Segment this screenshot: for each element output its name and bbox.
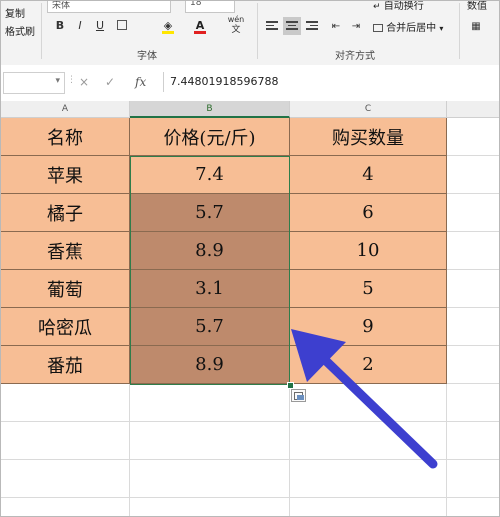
empty-cell[interactable]	[1, 498, 130, 516]
table-cell[interactable]: 香蕉	[1, 232, 130, 270]
table-cell[interactable]: 2	[290, 346, 447, 384]
ribbon-separator	[459, 3, 460, 59]
underline-button[interactable]: U	[91, 17, 109, 35]
format-painter-button[interactable]: 格式刷	[5, 23, 35, 38]
column-header-d[interactable]	[447, 101, 499, 118]
table-cell[interactable]: 10	[290, 232, 447, 270]
font-color-button[interactable]: A	[191, 17, 209, 35]
number-format-label[interactable]: 数值	[467, 1, 487, 12]
align-center-button[interactable]	[283, 17, 301, 35]
insert-function-icon[interactable]: fx	[135, 72, 146, 92]
empty-cell[interactable]	[1, 384, 130, 422]
chevron-down-icon: ▾	[55, 76, 60, 86]
wrap-text-icon: ↵	[373, 2, 381, 12]
empty-cell[interactable]	[447, 270, 499, 308]
column-header-b[interactable]: B	[130, 101, 290, 118]
column-header-a[interactable]: A	[1, 101, 130, 118]
table-cell[interactable]: 6	[290, 194, 447, 232]
table-cell[interactable]: 8.9	[130, 346, 290, 384]
number-format-button[interactable]: ▦	[467, 17, 485, 35]
decrease-indent-button[interactable]: ⇤	[327, 17, 345, 35]
options-dots-icon[interactable]: ⋮	[67, 75, 76, 85]
empty-cell[interactable]	[130, 384, 290, 422]
header-cell[interactable]: 购买数量	[290, 118, 447, 156]
align-right-icon	[306, 21, 318, 31]
empty-cell[interactable]	[447, 346, 499, 384]
enter-icon[interactable]: ✓	[105, 72, 115, 92]
empty-cell[interactable]	[447, 194, 499, 232]
table-cell[interactable]: 葡萄	[1, 270, 130, 308]
empty-cell[interactable]	[290, 498, 447, 516]
table-cell[interactable]: 7.4	[130, 156, 290, 194]
table-cell[interactable]: 番茄	[1, 346, 130, 384]
font-name-combo[interactable]: 宋体	[47, 1, 171, 13]
increase-indent-icon: ⇥	[351, 21, 361, 32]
ribbon-separator	[257, 3, 258, 59]
empty-cell[interactable]	[447, 460, 499, 498]
empty-cell[interactable]	[447, 498, 499, 516]
header-cell[interactable]: 名称	[1, 118, 130, 156]
italic-button[interactable]: I	[71, 17, 89, 35]
empty-cell[interactable]	[130, 460, 290, 498]
align-left-icon	[266, 21, 278, 31]
phonetic-guide-button[interactable]: wén 文	[227, 15, 245, 35]
formula-bar: ▾ ⋮ × ✓ fx 7.44801918596788	[1, 65, 499, 102]
merge-center-button[interactable]: 合并后居中 ▾	[373, 19, 443, 34]
empty-cell[interactable]	[290, 460, 447, 498]
alignment-group-label: 对齐方式	[335, 51, 375, 62]
font-group-label: 字体	[137, 51, 157, 62]
table-cell[interactable]: 5	[290, 270, 447, 308]
align-center-icon	[286, 21, 298, 31]
bold-button[interactable]: B	[51, 17, 69, 35]
table-cell[interactable]: 5.7	[130, 308, 290, 346]
decrease-indent-icon: ⇤	[331, 21, 341, 32]
font-size-combo[interactable]: 18	[185, 1, 235, 13]
empty-cell[interactable]	[447, 384, 499, 422]
copy-button[interactable]: 复制	[5, 5, 25, 20]
fill-color-bar	[162, 31, 174, 34]
table-cell[interactable]: 9	[290, 308, 447, 346]
table-cell[interactable]: 苹果	[1, 156, 130, 194]
fill-handle[interactable]	[287, 382, 294, 389]
empty-cell[interactable]	[1, 460, 130, 498]
spreadsheet-window: 复制 格式刷 宋体 18 B I U ◈ A wén 文 字体 ⇤ ⇥ ↵ 自动…	[0, 0, 500, 517]
empty-cell[interactable]	[447, 422, 499, 460]
quick-analysis-icon[interactable]	[291, 389, 306, 402]
table-cell[interactable]: 4	[290, 156, 447, 194]
table-cell[interactable]: 3.1	[130, 270, 290, 308]
borders-button[interactable]	[113, 17, 131, 35]
fill-color-button[interactable]: ◈	[159, 17, 177, 35]
empty-cell[interactable]	[447, 232, 499, 270]
column-header-c[interactable]: C	[290, 101, 447, 118]
font-color-bar	[194, 31, 206, 34]
merge-center-icon	[373, 24, 383, 32]
ribbon-separator	[41, 3, 42, 59]
number-format-icon: ▦	[471, 21, 481, 32]
borders-icon	[117, 20, 127, 30]
empty-cell[interactable]	[290, 422, 447, 460]
empty-cell[interactable]	[130, 422, 290, 460]
empty-cell[interactable]	[130, 498, 290, 516]
table-cell[interactable]: 5.7	[130, 194, 290, 232]
name-box[interactable]: ▾	[3, 72, 65, 94]
table-cell[interactable]: 8.9	[130, 232, 290, 270]
wrap-text-button[interactable]: ↵ 自动换行	[373, 1, 424, 12]
empty-cell[interactable]	[290, 384, 447, 422]
table-cell[interactable]: 橘子	[1, 194, 130, 232]
align-left-button[interactable]	[263, 17, 281, 35]
align-right-button[interactable]	[303, 17, 321, 35]
empty-cell[interactable]	[447, 308, 499, 346]
ribbon: 复制 格式刷 宋体 18 B I U ◈ A wén 文 字体 ⇤ ⇥ ↵ 自动…	[1, 1, 499, 66]
cancel-icon[interactable]: ×	[79, 72, 89, 92]
table-cell[interactable]: 哈密瓜	[1, 308, 130, 346]
empty-cell[interactable]	[447, 156, 499, 194]
chevron-down-icon: ▾	[439, 24, 444, 33]
increase-indent-button[interactable]: ⇥	[347, 17, 365, 35]
header-cell[interactable]: 价格(元/斤)	[130, 118, 290, 156]
empty-cell[interactable]	[1, 422, 130, 460]
empty-cell[interactable]	[447, 118, 499, 156]
formula-input[interactable]: 7.44801918596788	[163, 72, 499, 92]
